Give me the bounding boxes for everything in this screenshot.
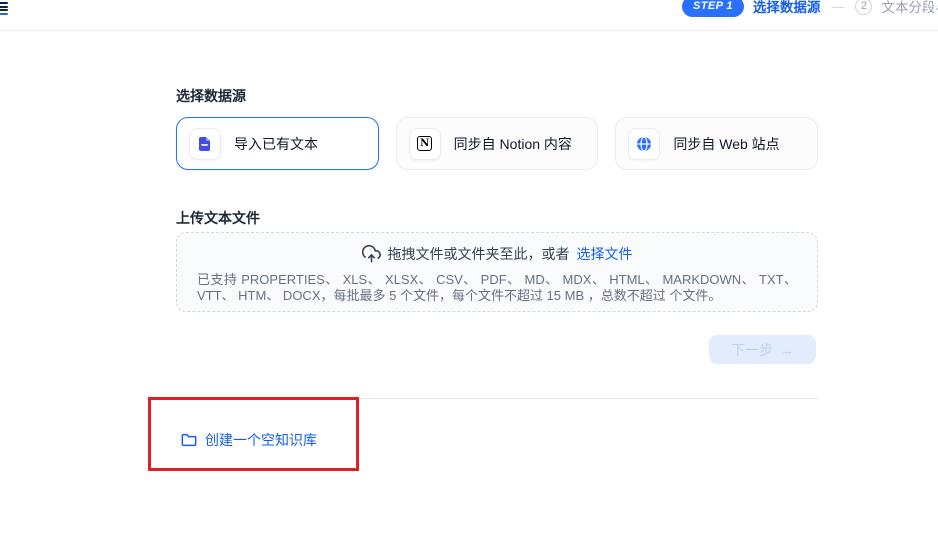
step1-badge: STEP 1 (682, 0, 744, 17)
drop-text: 拖拽文件或文件夹至此，或者 (388, 244, 570, 264)
cloud-upload-icon (362, 245, 381, 264)
create-empty-kb-link[interactable]: 创建一个空知识库 (181, 430, 317, 450)
create-empty-kb-label: 创建一个空知识库 (205, 430, 317, 450)
dropzone-instruction: 拖拽文件或文件夹至此，或者 选择文件 (197, 244, 797, 264)
step2-number-badge: 2 (855, 0, 872, 15)
step1-label: 选择数据源 (753, 0, 821, 16)
card-label: 同步自 Notion 内容 (454, 134, 572, 154)
supported-formats-text: 已支持 PROPERTIES、 XLS、 XLSX、 CSV、 PDF、 MD、… (197, 272, 797, 303)
folder-icon (181, 432, 197, 448)
datasource-card-list: 导入已有文本 N 同步自 Notion 内容 同步自 Web 站点 (176, 117, 818, 170)
datasource-card-web[interactable]: 同步自 Web 站点 (615, 117, 818, 170)
notion-icon: N (409, 128, 441, 160)
datasource-card-import-text[interactable]: 导入已有文本 (176, 117, 379, 170)
datasource-card-notion[interactable]: N 同步自 Notion 内容 (396, 117, 599, 170)
step-separator: — (829, 0, 846, 14)
step2-label: 文本分段与清洗 (881, 0, 938, 16)
step-indicator: STEP 1 选择数据源 — 2 文本分段与清洗 (682, 0, 938, 17)
card-label: 导入已有文本 (234, 134, 318, 154)
footer-divider (176, 398, 818, 399)
card-label: 同步自 Web 站点 (673, 134, 779, 154)
file-dropzone[interactable]: 拖拽文件或文件夹至此，或者 选择文件 已支持 PROPERTIES、 XLS、 … (176, 232, 818, 312)
next-step-label: 下一步 (731, 340, 773, 360)
upload-file-heading: 上传文本文件 (176, 208, 260, 228)
menu-icon[interactable] (0, 2, 8, 16)
top-bar: STEP 1 选择数据源 — 2 文本分段与清洗 (0, 0, 938, 31)
create-knowledge-page: STEP 1 选择数据源 — 2 文本分段与清洗 选择数据源 导入已有文本 N … (0, 0, 938, 541)
globe-icon (628, 128, 660, 160)
browse-files-link[interactable]: 选择文件 (577, 244, 633, 264)
arrow-right-icon: → (780, 342, 794, 358)
file-text-icon (189, 128, 221, 160)
next-step-button[interactable]: 下一步 → (709, 335, 816, 364)
choose-datasource-heading: 选择数据源 (176, 86, 246, 106)
